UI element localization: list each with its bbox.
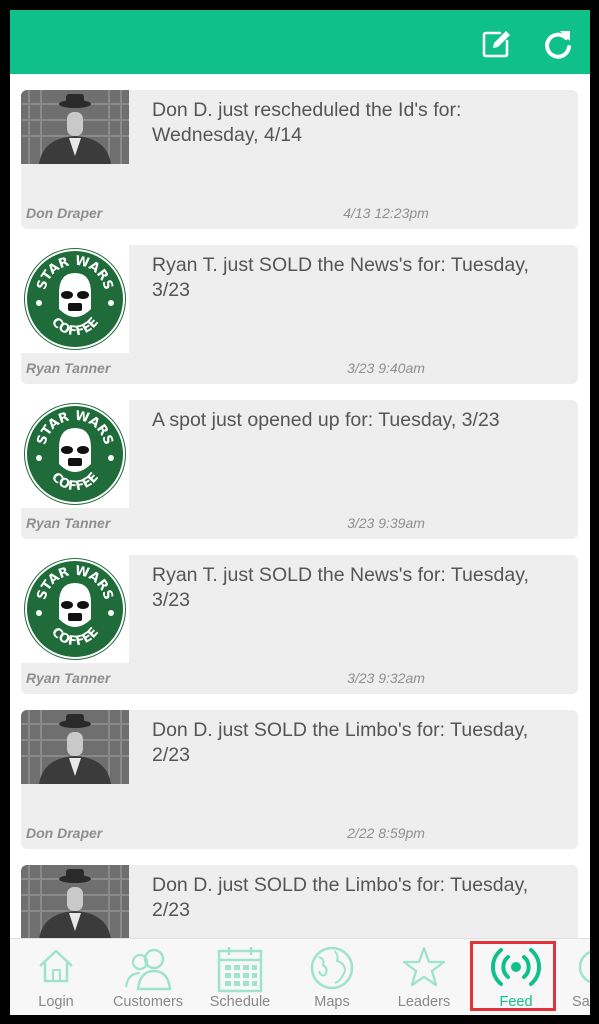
- feed-message: Ryan T. just SOLD the News's for: Tuesda…: [152, 564, 529, 611]
- feed-card[interactable]: Don D. just SOLD the Limbo's for: Tuesda…: [21, 710, 578, 849]
- tab-label: Sale: [572, 994, 590, 1010]
- star-wars-coffee-logo: STAR WARS COFFEE: [21, 245, 129, 353]
- bottom-tab-bar: Login Customers Schedule Maps Leaders Fe…: [10, 938, 590, 1015]
- star-wars-coffee-logo: STAR WARS COFFEE: [21, 400, 129, 508]
- refresh-icon: [545, 31, 571, 59]
- tab-customers[interactable]: Customers: [102, 939, 194, 1015]
- feed-message: Don D. just SOLD the Limbo's for: Tuesda…: [152, 719, 529, 766]
- sales-icon: [578, 950, 590, 984]
- feed-card[interactable]: Don D. just rescheduled the Id's for: We…: [21, 90, 578, 229]
- app-screen: Don D. just rescheduled the Id's for: We…: [10, 10, 590, 1015]
- feed-message: Ryan T. just SOLD the News's for: Tuesda…: [152, 254, 529, 301]
- feed-message: Don D. just SOLD the Limbo's for: Tuesda…: [152, 874, 529, 921]
- man-in-hat-photo: [21, 710, 129, 784]
- home-icon: [39, 949, 73, 983]
- man-in-hat-photo: [21, 90, 129, 164]
- tab-leaders[interactable]: Leaders: [378, 939, 470, 1015]
- feed-card[interactable]: STAR WARS COFFEE A spot just opened up f…: [21, 400, 578, 539]
- tab-maps[interactable]: Maps: [286, 939, 378, 1015]
- feed-card[interactable]: Don D. just SOLD the Limbo's for: Tuesda…: [21, 865, 578, 938]
- feed-author: Ryan Tanner: [26, 360, 111, 376]
- calendar-icon: [217, 947, 263, 993]
- man-in-hat-photo: [21, 865, 129, 938]
- feed-time: 4/13 12:23pm: [343, 205, 429, 221]
- top-bar: [10, 10, 590, 74]
- star-icon: [402, 946, 446, 987]
- feed-card[interactable]: STAR WARS COFFEE Ryan T. just SOLD the N…: [21, 245, 578, 384]
- edit-icon: [482, 31, 510, 58]
- active-tab-highlight: [470, 941, 556, 1011]
- feed-time: 2/22 8:59pm: [347, 825, 425, 841]
- feed-author: Don Draper: [26, 825, 103, 841]
- feed-card[interactable]: STAR WARS COFFEE Ryan T. just SOLD the N…: [21, 555, 578, 694]
- refresh-button[interactable]: [542, 28, 574, 60]
- tab-login[interactable]: Login: [10, 939, 102, 1015]
- star-wars-coffee-logo: STAR WARS COFFEE: [21, 555, 129, 663]
- feed-message: Don D. just rescheduled the Id's for: We…: [152, 99, 462, 146]
- feed-author: Ryan Tanner: [26, 670, 111, 686]
- edit-button[interactable]: [480, 28, 512, 60]
- feed-time: 3/23 9:39am: [347, 515, 425, 531]
- feed-author: Ryan Tanner: [26, 515, 111, 531]
- feed-author: Don Draper: [26, 205, 103, 221]
- feed-time: 3/23 9:32am: [347, 670, 425, 686]
- users-icon: [124, 948, 172, 991]
- tab-sales[interactable]: Sale: [562, 939, 590, 1015]
- feed-time: 3/23 9:40am: [347, 360, 425, 376]
- feed-message: A spot just opened up for: Tuesday, 3/23: [152, 409, 500, 431]
- tab-schedule[interactable]: Schedule: [194, 939, 286, 1015]
- feed-list[interactable]: Don D. just rescheduled the Id's for: We…: [10, 74, 590, 938]
- globe-icon: [310, 946, 354, 990]
